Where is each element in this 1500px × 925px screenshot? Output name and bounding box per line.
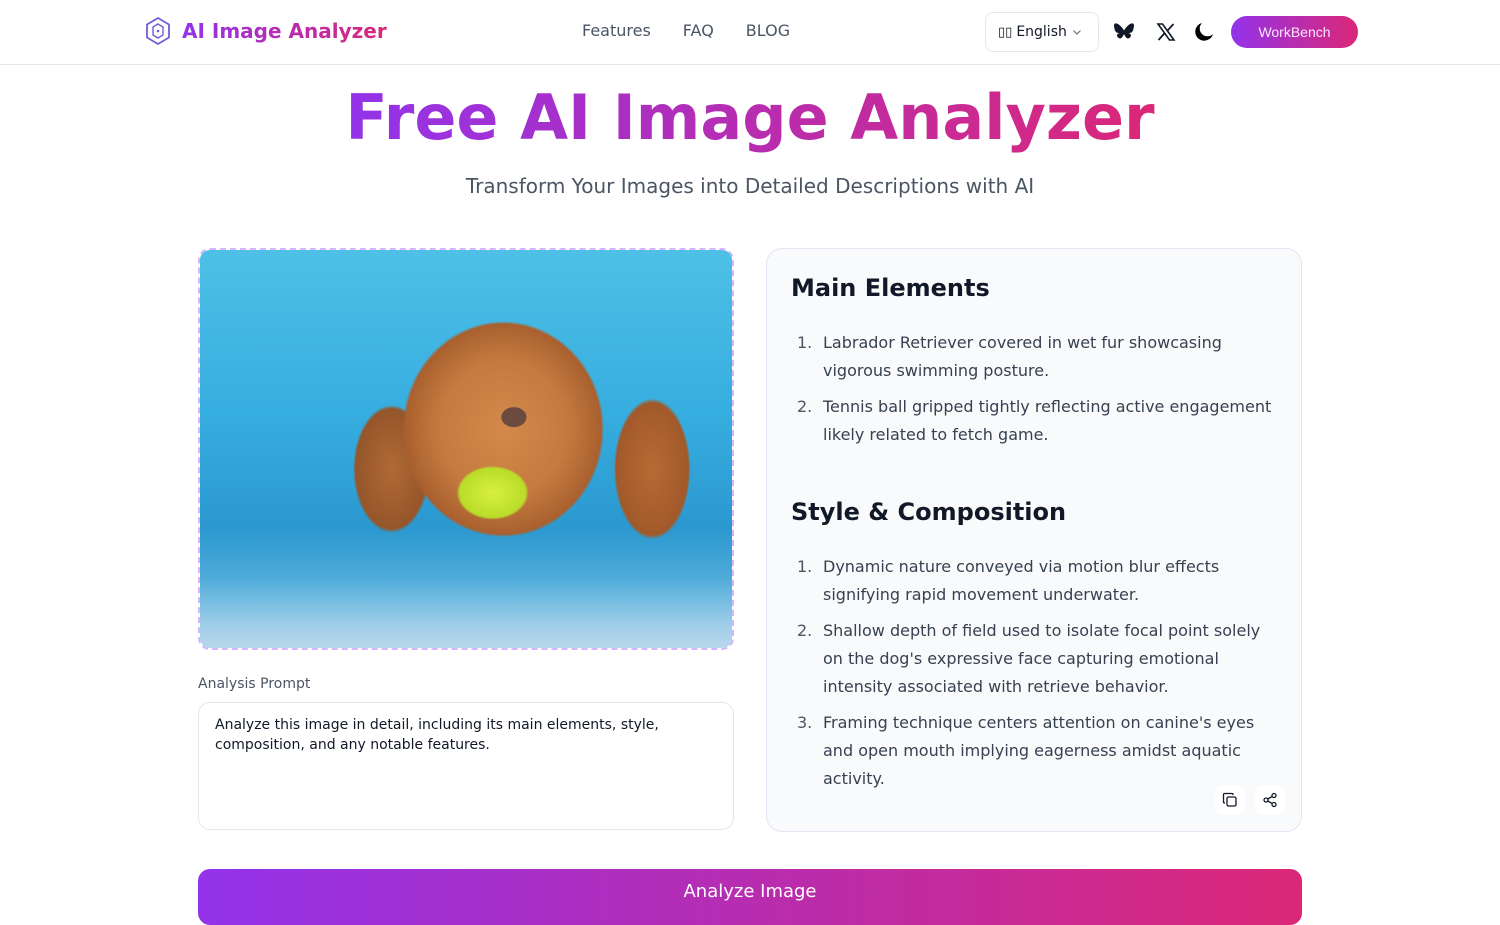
main-nav: Features FAQ BLOG: [582, 21, 790, 41]
language-selector[interactable]: ▯▯ English: [985, 12, 1099, 52]
copy-icon: [1222, 792, 1237, 807]
bluesky-icon: [1114, 23, 1134, 39]
language-label: English: [1016, 24, 1067, 40]
page-subtitle: Transform Your Images into Detailed Desc…: [465, 174, 1035, 198]
brand-name: AI Image Analyzer: [182, 19, 387, 43]
style-composition-list: 1. Dynamic nature conveyed via motion bl…: [791, 553, 1281, 801]
share-icon: [1263, 792, 1277, 808]
theme-toggle[interactable]: [1192, 20, 1216, 44]
nav-blog[interactable]: BLOG: [746, 21, 790, 41]
list-item: 2. Tennis ball gripped tightly reflectin…: [797, 397, 1272, 444]
analysis-prompt-input[interactable]: Analyze this image in detail, including …: [198, 702, 734, 830]
workbench-button[interactable]: WorkBench: [1231, 16, 1358, 48]
chevron-down-icon: [1072, 30, 1081, 35]
hexagon-logo-icon: [144, 16, 172, 46]
main-elements-list: 1. Labrador Retriever covered in wet fur…: [791, 329, 1281, 457]
list-item: 3. Framing technique centers attention o…: [797, 713, 1255, 788]
analysis-result-card: Main Elements 1. Labrador Retriever cove…: [766, 248, 1302, 832]
moon-icon: [1195, 23, 1213, 41]
list-item: 2. Shallow depth of field used to isolat…: [797, 621, 1261, 696]
analyze-image-button[interactable]: Analyze Image: [198, 869, 1302, 925]
list-item: 1. Labrador Retriever covered in wet fur…: [797, 333, 1222, 380]
x-icon: [1156, 23, 1176, 41]
brand-logo-link[interactable]: AI Image Analyzer: [144, 16, 387, 46]
nav-features[interactable]: Features: [582, 21, 651, 41]
water-ripple: [200, 578, 732, 648]
section-heading-style-composition: Style & Composition: [791, 498, 1067, 526]
flag-icon: ▯▯: [998, 24, 1013, 40]
copy-button[interactable]: [1215, 785, 1245, 815]
uploaded-image: [200, 250, 732, 648]
image-upload-area[interactable]: [198, 248, 734, 650]
site-header: AI Image Analyzer Features FAQ BLOG ▯▯ E…: [0, 0, 1500, 65]
analysis-prompt-label: Analysis Prompt: [198, 676, 311, 692]
bluesky-link[interactable]: [1112, 20, 1136, 44]
page-title: Free AI Image Analyzer: [345, 81, 1155, 154]
list-item: 1. Dynamic nature conveyed via motion bl…: [797, 557, 1220, 604]
share-button[interactable]: [1255, 785, 1285, 815]
section-heading-main-elements: Main Elements: [791, 274, 990, 302]
x-link[interactable]: [1154, 20, 1178, 44]
nav-faq[interactable]: FAQ: [683, 21, 714, 41]
